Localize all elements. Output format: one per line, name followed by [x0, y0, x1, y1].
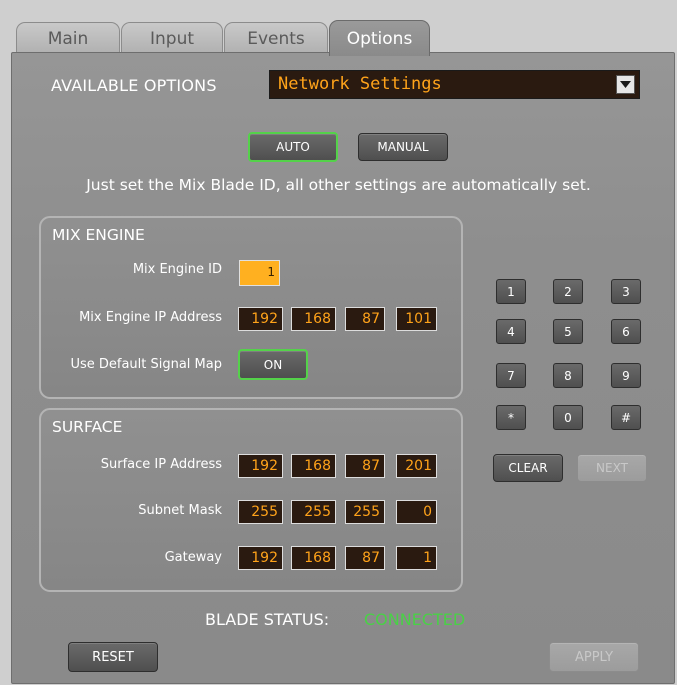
keypad-key-0[interactable]: 0 — [553, 405, 583, 430]
keypad-key-1[interactable]: 1 — [496, 279, 526, 304]
subnet-mask-label: Subnet Mask — [138, 503, 222, 518]
next-button[interactable]: NEXT — [577, 454, 647, 482]
tab-input[interactable]: Input — [121, 22, 223, 54]
subnet-mask-octet-4[interactable]: 0 — [396, 500, 437, 524]
subnet-mask-octet-2[interactable]: 255 — [291, 500, 336, 524]
mix-engine-ip-octet-3[interactable]: 87 — [345, 307, 385, 331]
keypad-key-4[interactable]: 4 — [496, 319, 526, 344]
apply-button[interactable]: APPLY — [549, 642, 639, 672]
gateway-octet-4[interactable]: 1 — [396, 546, 437, 570]
keypad-key-hash[interactable]: # — [611, 405, 641, 430]
keypad-key-5[interactable]: 5 — [553, 319, 583, 344]
keypad-key-star[interactable]: * — [496, 405, 526, 430]
tab-events[interactable]: Events — [224, 22, 328, 54]
surface-ip-octet-4[interactable]: 201 — [396, 454, 437, 478]
default-signal-map-toggle[interactable]: ON — [238, 349, 308, 380]
available-options-value: Network Settings — [278, 74, 442, 94]
mix-engine-id-label: Mix Engine ID — [132, 262, 222, 277]
available-options-select[interactable]: Network Settings — [269, 70, 640, 99]
mix-engine-id-field[interactable]: 1 — [239, 260, 280, 286]
gateway-octet-2[interactable]: 168 — [291, 546, 336, 570]
dropdown-arrow-icon[interactable] — [616, 75, 635, 94]
keypad-key-9[interactable]: 9 — [611, 363, 641, 388]
default-signal-map-label: Use Default Signal Map — [70, 357, 222, 372]
reset-button[interactable]: RESET — [68, 642, 158, 672]
mix-engine-ip-octet-2[interactable]: 168 — [291, 307, 336, 331]
mix-engine-ip-octet-4[interactable]: 101 — [396, 307, 437, 331]
auto-button[interactable]: AUTO — [248, 132, 338, 162]
mix-engine-ip-label: Mix Engine IP Address — [79, 310, 222, 325]
subnet-mask-octet-1[interactable]: 255 — [238, 500, 283, 524]
keypad-key-7[interactable]: 7 — [496, 363, 526, 388]
surface-ip-octet-3[interactable]: 87 — [345, 454, 385, 478]
gateway-octet-1[interactable]: 192 — [238, 546, 283, 570]
mode-info-text: Just set the Mix Blade ID, all other set… — [86, 176, 591, 194]
clear-button[interactable]: CLEAR — [493, 454, 563, 482]
gateway-label: Gateway — [164, 550, 222, 565]
network-settings-window: Main Input Events Options AVAILABLE OPTI… — [0, 0, 677, 685]
blade-status-label: BLADE STATUS: — [205, 610, 330, 629]
surface-ip-label: Surface IP Address — [100, 457, 222, 472]
mix-engine-title: MIX ENGINE — [52, 226, 145, 244]
mix-engine-ip-octet-1[interactable]: 192 — [238, 307, 283, 331]
surface-ip-octet-1[interactable]: 192 — [238, 454, 283, 478]
gateway-octet-3[interactable]: 87 — [345, 546, 385, 570]
subnet-mask-octet-3[interactable]: 255 — [345, 500, 385, 524]
blade-status-value: CONNECTED — [364, 610, 466, 629]
manual-button[interactable]: MANUAL — [358, 133, 448, 161]
keypad-key-6[interactable]: 6 — [611, 319, 641, 344]
tab-options[interactable]: Options — [329, 20, 430, 56]
keypad-key-3[interactable]: 3 — [611, 279, 641, 304]
tab-main[interactable]: Main — [16, 22, 120, 54]
available-options-label: AVAILABLE OPTIONS — [51, 76, 217, 95]
keypad-key-8[interactable]: 8 — [553, 363, 583, 388]
keypad-key-2[interactable]: 2 — [553, 279, 583, 304]
surface-title: SURFACE — [52, 418, 123, 436]
surface-ip-octet-2[interactable]: 168 — [291, 454, 336, 478]
